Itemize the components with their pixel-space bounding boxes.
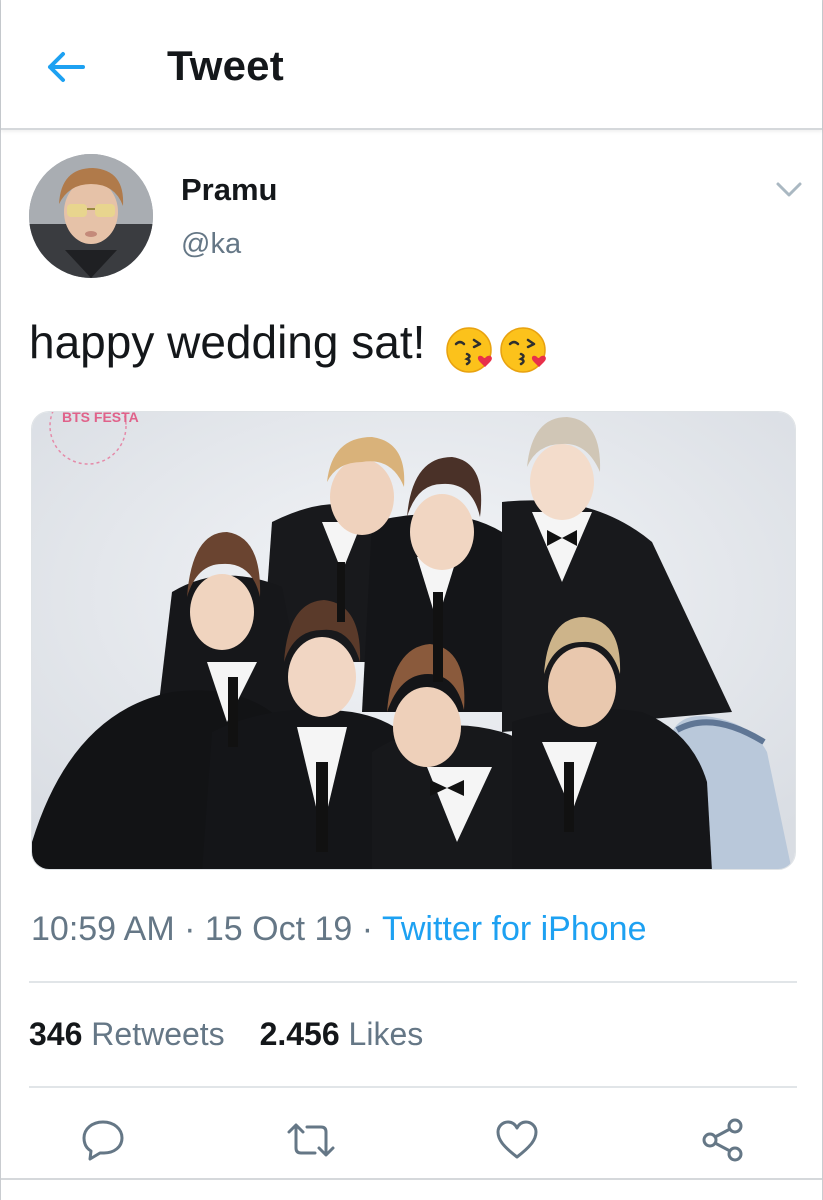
tweet-time: 10:59 AM bbox=[31, 910, 175, 948]
reply-icon bbox=[82, 1120, 124, 1161]
retweets-stat[interactable]: 346 Retweets bbox=[29, 1016, 225, 1053]
likes-stat[interactable]: 2.456 Likes bbox=[260, 1016, 424, 1053]
retweet-button[interactable] bbox=[283, 1114, 339, 1166]
author-display-name[interactable]: Pramu bbox=[181, 172, 277, 208]
page-title: Tweet bbox=[167, 42, 284, 89]
tweet-action-bar bbox=[1, 1100, 822, 1180]
like-icon bbox=[496, 1120, 538, 1159]
divider bbox=[29, 1086, 797, 1088]
divider bbox=[1, 1178, 822, 1180]
top-app-bar: Tweet bbox=[1, 0, 822, 130]
avatar[interactable] bbox=[29, 154, 153, 278]
likes-count: 2.456 bbox=[259, 1016, 340, 1052]
author-handle[interactable]: @ka bbox=[181, 228, 241, 261]
retweets-label: Retweets bbox=[91, 1016, 225, 1052]
watermark-text: BTS FESTA bbox=[62, 412, 139, 425]
meta-separator: · bbox=[361, 910, 374, 948]
emoji-group bbox=[444, 316, 552, 376]
tweet-text-content: happy wedding sat! bbox=[29, 316, 426, 368]
share-button[interactable] bbox=[695, 1114, 751, 1166]
tweet-media-image[interactable]: BTS FESTA bbox=[31, 411, 796, 870]
tweet-date: 15 Oct 19 bbox=[204, 910, 353, 948]
meta-separator: · bbox=[184, 910, 196, 948]
like-button[interactable] bbox=[489, 1114, 545, 1166]
likes-label: Likes bbox=[348, 1016, 424, 1052]
tweet-source-link[interactable]: Twitter for iPhone bbox=[382, 910, 647, 948]
tweet-metadata: 10:59 AM · 15 Oct 19 · Twitter for iPhon… bbox=[31, 910, 647, 949]
reply-button[interactable] bbox=[75, 1114, 131, 1166]
engagement-stats: 346 Retweets 2.456 Likes bbox=[29, 1016, 449, 1053]
more-options-button[interactable] bbox=[771, 172, 807, 208]
divider bbox=[29, 981, 797, 983]
tweet-text: happy wedding sat! bbox=[29, 312, 552, 376]
retweet-icon bbox=[287, 1123, 335, 1157]
kiss-emoji-icon bbox=[500, 326, 547, 373]
back-arrow-icon bbox=[48, 52, 85, 82]
kiss-emoji-icon bbox=[446, 326, 493, 373]
tweet-detail-screen: Tweet Pramu @ka happy wedding sat! BTS F… bbox=[0, 0, 823, 1200]
retweets-count: 346 bbox=[29, 1016, 83, 1052]
back-button[interactable] bbox=[39, 44, 91, 90]
chevron-down-icon bbox=[776, 182, 802, 197]
share-icon bbox=[702, 1118, 743, 1162]
